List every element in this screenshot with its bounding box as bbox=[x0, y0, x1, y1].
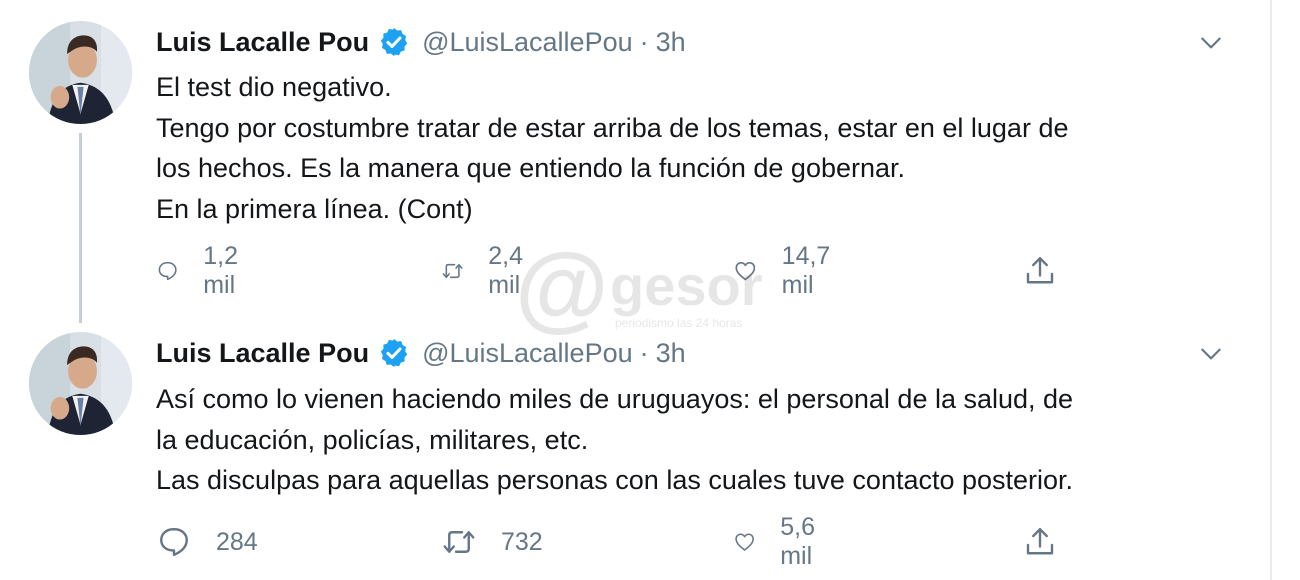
reply-bubble-icon bbox=[158, 261, 177, 281]
timeline-border bbox=[1270, 0, 1272, 580]
verified-badge-icon bbox=[380, 28, 408, 56]
tweet[interactable]: Luis Lacalle Pou @LuisLacallePou · 3h El… bbox=[0, 0, 1270, 320]
tweet-text-line: Tengo por costumbre tratar de estar arri… bbox=[156, 112, 1069, 143]
retweet-button[interactable]: 732 bbox=[441, 522, 543, 562]
tweet-text-line: los hechos. Es la manera que entiendo la… bbox=[156, 153, 906, 183]
retweet-count: 732 bbox=[501, 527, 543, 556]
author-name[interactable]: Luis Lacalle Pou bbox=[156, 27, 369, 58]
avatar-photo bbox=[29, 332, 132, 435]
heart-icon bbox=[735, 533, 754, 551]
share-button[interactable] bbox=[1022, 522, 1058, 562]
heart-icon bbox=[735, 261, 756, 281]
tweet-text: El test dio negativo. Tengo por costumbr… bbox=[156, 67, 1246, 229]
reply-button[interactable]: 1,2 mil bbox=[156, 242, 251, 299]
retweet-count: 2,4 mil bbox=[488, 242, 523, 299]
timestamp[interactable]: 3h bbox=[656, 338, 686, 369]
retweet-button[interactable]: 2,4 mil bbox=[441, 242, 536, 299]
tweet-text-line: En la primera línea. (Cont) bbox=[156, 193, 473, 224]
reply-button[interactable]: 284 bbox=[156, 522, 258, 562]
tweet-header: Luis Lacalle Pou @LuisLacallePou · 3h bbox=[156, 333, 686, 373]
like-count: 5,6 mil bbox=[780, 513, 815, 570]
avatar[interactable] bbox=[29, 332, 132, 435]
author-handle[interactable]: @LuisLacallePou bbox=[422, 338, 633, 369]
tweet-text-line: El test dio negativo. bbox=[156, 72, 392, 102]
tweet-text-line: Las disculpas para aquellas personas con… bbox=[156, 465, 1074, 495]
author-name[interactable]: Luis Lacalle Pou bbox=[156, 338, 369, 369]
tweet-text-line: la educación, policías, militares, etc. bbox=[156, 424, 589, 455]
retweet-icon bbox=[443, 531, 475, 553]
share-button[interactable] bbox=[1022, 251, 1058, 291]
share-upload-icon bbox=[1026, 528, 1054, 555]
reply-bubble-icon bbox=[160, 528, 188, 557]
reply-count: 1,2 mil bbox=[203, 242, 238, 299]
tweet[interactable]: Luis Lacalle Pou @LuisLacallePou · 3h As… bbox=[0, 320, 1270, 580]
author-handle[interactable]: @LuisLacallePou bbox=[422, 27, 633, 58]
like-button[interactable]: 14,7 mil bbox=[733, 242, 842, 299]
share-upload-icon bbox=[1026, 257, 1054, 284]
avatar[interactable] bbox=[29, 21, 132, 124]
chevron-down-icon[interactable] bbox=[1198, 30, 1224, 56]
reply-count: 284 bbox=[216, 527, 258, 556]
separator-dot: · bbox=[639, 337, 649, 368]
retweet-icon bbox=[442, 263, 463, 279]
tweet-text-line: Así como lo vienen haciendo miles de uru… bbox=[156, 384, 1074, 414]
timestamp[interactable]: 3h bbox=[656, 27, 686, 58]
chevron-down-icon[interactable] bbox=[1198, 341, 1224, 367]
verified-badge-icon bbox=[380, 339, 408, 367]
avatar-photo bbox=[29, 21, 132, 124]
tweet-text: Así como lo vienen haciendo miles de uru… bbox=[156, 379, 1246, 501]
separator-dot: · bbox=[639, 26, 649, 57]
like-button[interactable]: 5,6 mil bbox=[733, 513, 828, 570]
tweet-header: Luis Lacalle Pou @LuisLacallePou · 3h bbox=[156, 22, 686, 62]
like-count: 14,7 mil bbox=[781, 242, 831, 299]
